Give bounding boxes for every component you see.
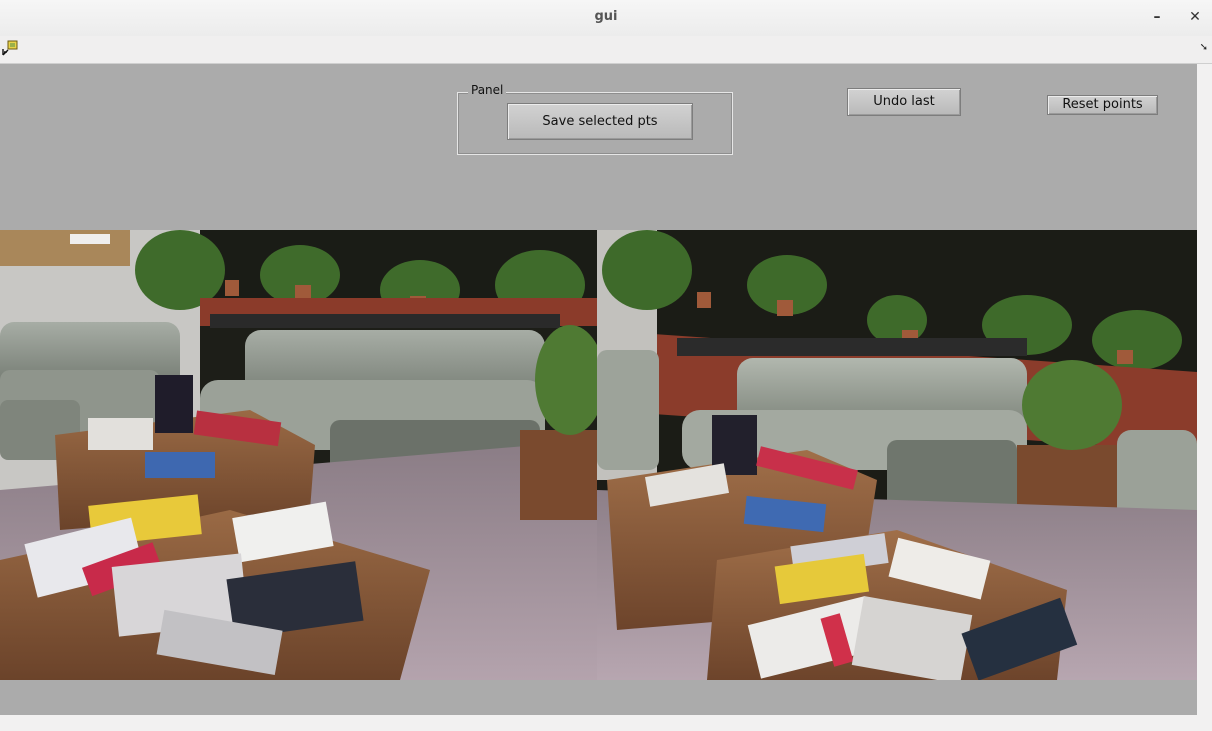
minimize-button[interactable]: – (1147, 7, 1167, 27)
reset-points-button[interactable]: Reset points (1047, 95, 1158, 115)
title-bar: gui – ✕ (0, 0, 1212, 36)
save-panel: Panel Save selected pts (457, 83, 733, 155)
panel-title: Panel (468, 83, 507, 97)
left-image[interactable] (0, 230, 597, 680)
insert-icon[interactable] (2, 40, 18, 56)
figure-margin-bottom (0, 715, 1212, 731)
figure-area: Panel Save selected pts Undo last Reset … (0, 64, 1197, 715)
figure-margin-right (1197, 64, 1212, 715)
right-image[interactable] (597, 230, 1197, 680)
corner-arrow-icon[interactable]: ➘ (1200, 42, 1208, 53)
save-selected-points-button[interactable]: Save selected pts (507, 103, 693, 140)
window-title: gui (594, 9, 618, 24)
figure-toolbar: ➘ (0, 36, 1212, 64)
close-button[interactable]: ✕ (1185, 7, 1205, 27)
undo-last-button[interactable]: Undo last (847, 88, 961, 116)
